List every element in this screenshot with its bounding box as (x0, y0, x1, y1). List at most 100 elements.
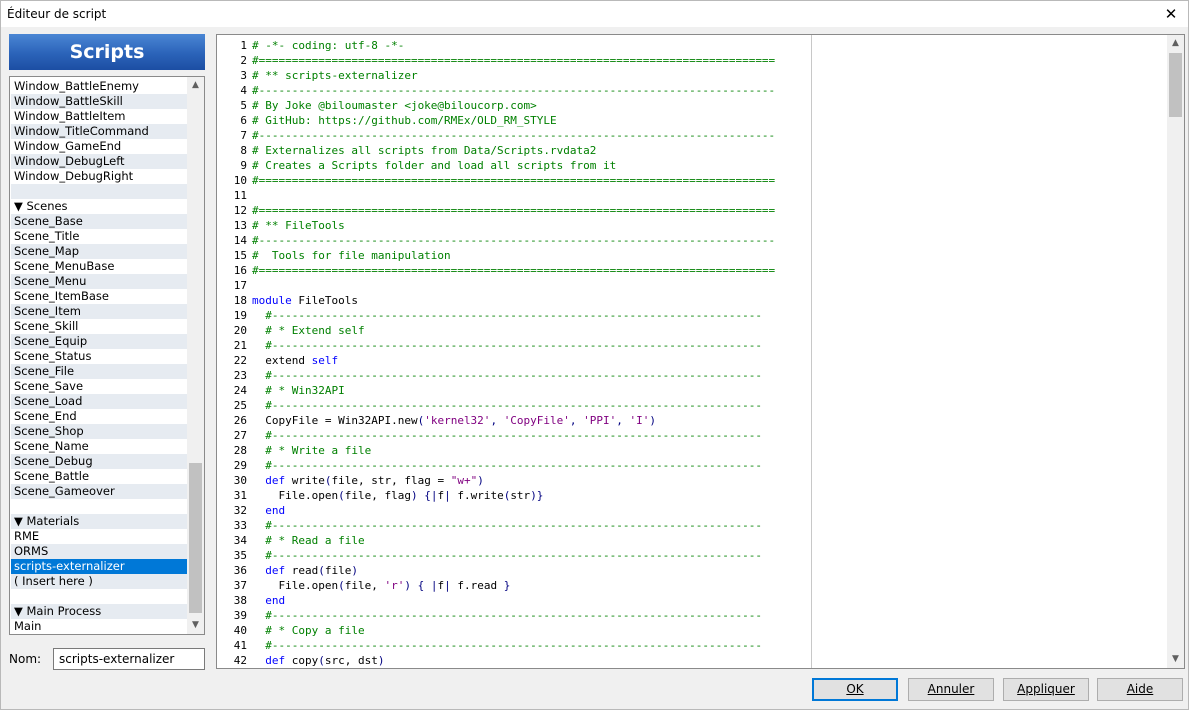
list-item[interactable]: Window_BattleEnemy (11, 79, 188, 94)
list-item[interactable]: Scene_Base (11, 214, 188, 229)
ok-button[interactable]: OK (812, 678, 898, 701)
line-code: # ** FileTools (252, 218, 345, 233)
line-code: # * Read a file (252, 533, 364, 548)
code-token: #---------------------------------------… (252, 399, 762, 412)
list-item[interactable]: Scene_Skill (11, 319, 188, 334)
scroll-down-icon[interactable]: ▼ (187, 617, 204, 634)
list-item[interactable]: Window_DebugRight (11, 169, 188, 184)
code-token: def (265, 474, 286, 487)
list-item[interactable]: Scene_Shop (11, 424, 188, 439)
code-line: 6 # GitHub: https://github.com/RMEx/OLD_R… (217, 113, 1167, 128)
line-code: #=======================================… (252, 173, 775, 188)
line-number: 23 (233, 369, 247, 382)
list-item[interactable]: Scene_Load (11, 394, 188, 409)
code-lines: 1 # -*- coding: utf-8 -*- 2 #==============… (217, 38, 1167, 668)
code-line: 20 # * Extend self (217, 323, 1167, 338)
line-code: File.open(file, flag) {|f| f.write(str)} (252, 488, 543, 503)
list-item[interactable]: scripts-externalizer (11, 559, 188, 574)
line-number: 27 (233, 429, 247, 442)
cancel-button[interactable]: Annuler (908, 678, 994, 701)
name-input[interactable]: scripts-externalizer (53, 648, 205, 670)
line-number: 14 (233, 234, 247, 247)
code-line: 30 def write(file, str, flag = "w+") (217, 473, 1167, 488)
code-line: 36 def read(file) (217, 563, 1167, 578)
list-item[interactable]: Scene_Battle (11, 469, 188, 484)
code-token: "w+" (450, 474, 478, 487)
list-item[interactable]: Window_GameEnd (11, 139, 188, 154)
line-code: # * Copy a file (252, 623, 364, 638)
list-item[interactable]: Scene_Map (11, 244, 188, 259)
list-category[interactable]: ▼ Scenes (11, 199, 188, 214)
list-item[interactable]: Main (11, 619, 188, 634)
line-code: #---------------------------------------… (252, 638, 762, 653)
code-token: ) (351, 564, 358, 577)
list-item[interactable]: Window_BattleItem (11, 109, 188, 124)
scroll-down-icon[interactable]: ▼ (1167, 651, 1184, 668)
list-item[interactable]: Scene_Save (11, 379, 188, 394)
scroll-up-icon[interactable]: ▲ (187, 77, 204, 94)
apply-button[interactable]: Appliquer (1003, 678, 1089, 701)
list-item[interactable]: Scene_Gameover (11, 484, 188, 499)
list-item[interactable]: Scene_Name (11, 439, 188, 454)
list-item[interactable]: Scene_Item (11, 304, 188, 319)
code-editor[interactable]: 1 # -*- coding: utf-8 -*- 2 #==============… (216, 34, 1185, 669)
scrollbar-thumb[interactable] (1169, 53, 1182, 117)
list-item[interactable]: Scene_Equip (11, 334, 188, 349)
code-line: 29 #------------------------------------… (217, 458, 1167, 473)
script-list-scrollbar[interactable]: ▲ ▼ (187, 77, 204, 634)
list-item[interactable]: Scene_Status (11, 349, 188, 364)
code-token: file (324, 564, 352, 577)
list-item[interactable]: Scene_Menu (11, 274, 188, 289)
code-token: # Tools for file manipulation (252, 249, 451, 262)
code-token: # GitHub: https://github.com/RMEx/OLD_RM… (252, 114, 557, 127)
code-token: end (265, 504, 286, 517)
code-token: extend (252, 354, 312, 367)
scrollbar-thumb[interactable] (189, 463, 202, 613)
code-token: ) { | (404, 579, 438, 592)
code-line: 13 # ** FileTools (217, 218, 1167, 233)
list-item[interactable]: ORMS (11, 544, 188, 559)
line-code: end (252, 503, 285, 518)
list-item[interactable]: Scene_ItemBase (11, 289, 188, 304)
close-icon[interactable]: ✕ (1154, 1, 1188, 27)
code-line: 42 def copy(src, dst) (217, 653, 1167, 668)
list-item[interactable]: Window_DebugLeft (11, 154, 188, 169)
code-token: File.open (252, 489, 339, 502)
code-token: , (616, 414, 630, 427)
code-token: # By Joke @biloumaster <joke@biloucorp.c… (252, 99, 537, 112)
editor-scrollbar[interactable]: ▲ ▼ (1167, 35, 1184, 668)
code-token: | (444, 579, 458, 592)
list-item[interactable]: RME (11, 529, 188, 544)
help-button[interactable]: Aide (1097, 678, 1183, 701)
list-item[interactable]: Scene_MenuBase (11, 259, 188, 274)
list-item[interactable]: Window_TitleCommand (11, 124, 188, 139)
code-line: 24 # * Win32API (217, 383, 1167, 398)
code-token: end (265, 594, 286, 607)
code-token: # * Win32API (252, 384, 345, 397)
code-line: 9 # Creates a Scripts folder and load all… (217, 158, 1167, 173)
code-token: ( (324, 474, 332, 487)
line-code: File.open(file, 'r') { |f| f.read } (252, 578, 510, 593)
code-token: ) (649, 414, 657, 427)
list-item[interactable]: Window_BattleSkill (11, 94, 188, 109)
list-item[interactable]: Scene_Debug (11, 454, 188, 469)
list-item[interactable]: Scene_Title (11, 229, 188, 244)
code-token: , (569, 414, 584, 427)
list-category[interactable]: ▼ Main Process (11, 604, 188, 619)
list-item[interactable]: Scene_End (11, 409, 188, 424)
list-item[interactable]: ( Insert here ) (11, 574, 188, 589)
list-category[interactable]: ▼ Materials (11, 514, 188, 529)
script-editor-window: Éditeur de script ✕ Scripts Window_Battl… (0, 0, 1189, 710)
line-number: 36 (233, 564, 247, 577)
script-list[interactable]: Window_BattleEnemy Window_BattleSkill Wind… (9, 76, 205, 635)
line-code: #---------------------------------------… (252, 233, 775, 248)
list-item[interactable]: Scene_File (11, 364, 188, 379)
code-token: 'PPI' (583, 414, 617, 427)
code-line: 3 # ** scripts-externalizer (217, 68, 1167, 83)
scroll-up-icon[interactable]: ▲ (1167, 35, 1184, 52)
code-token: str (510, 489, 531, 502)
